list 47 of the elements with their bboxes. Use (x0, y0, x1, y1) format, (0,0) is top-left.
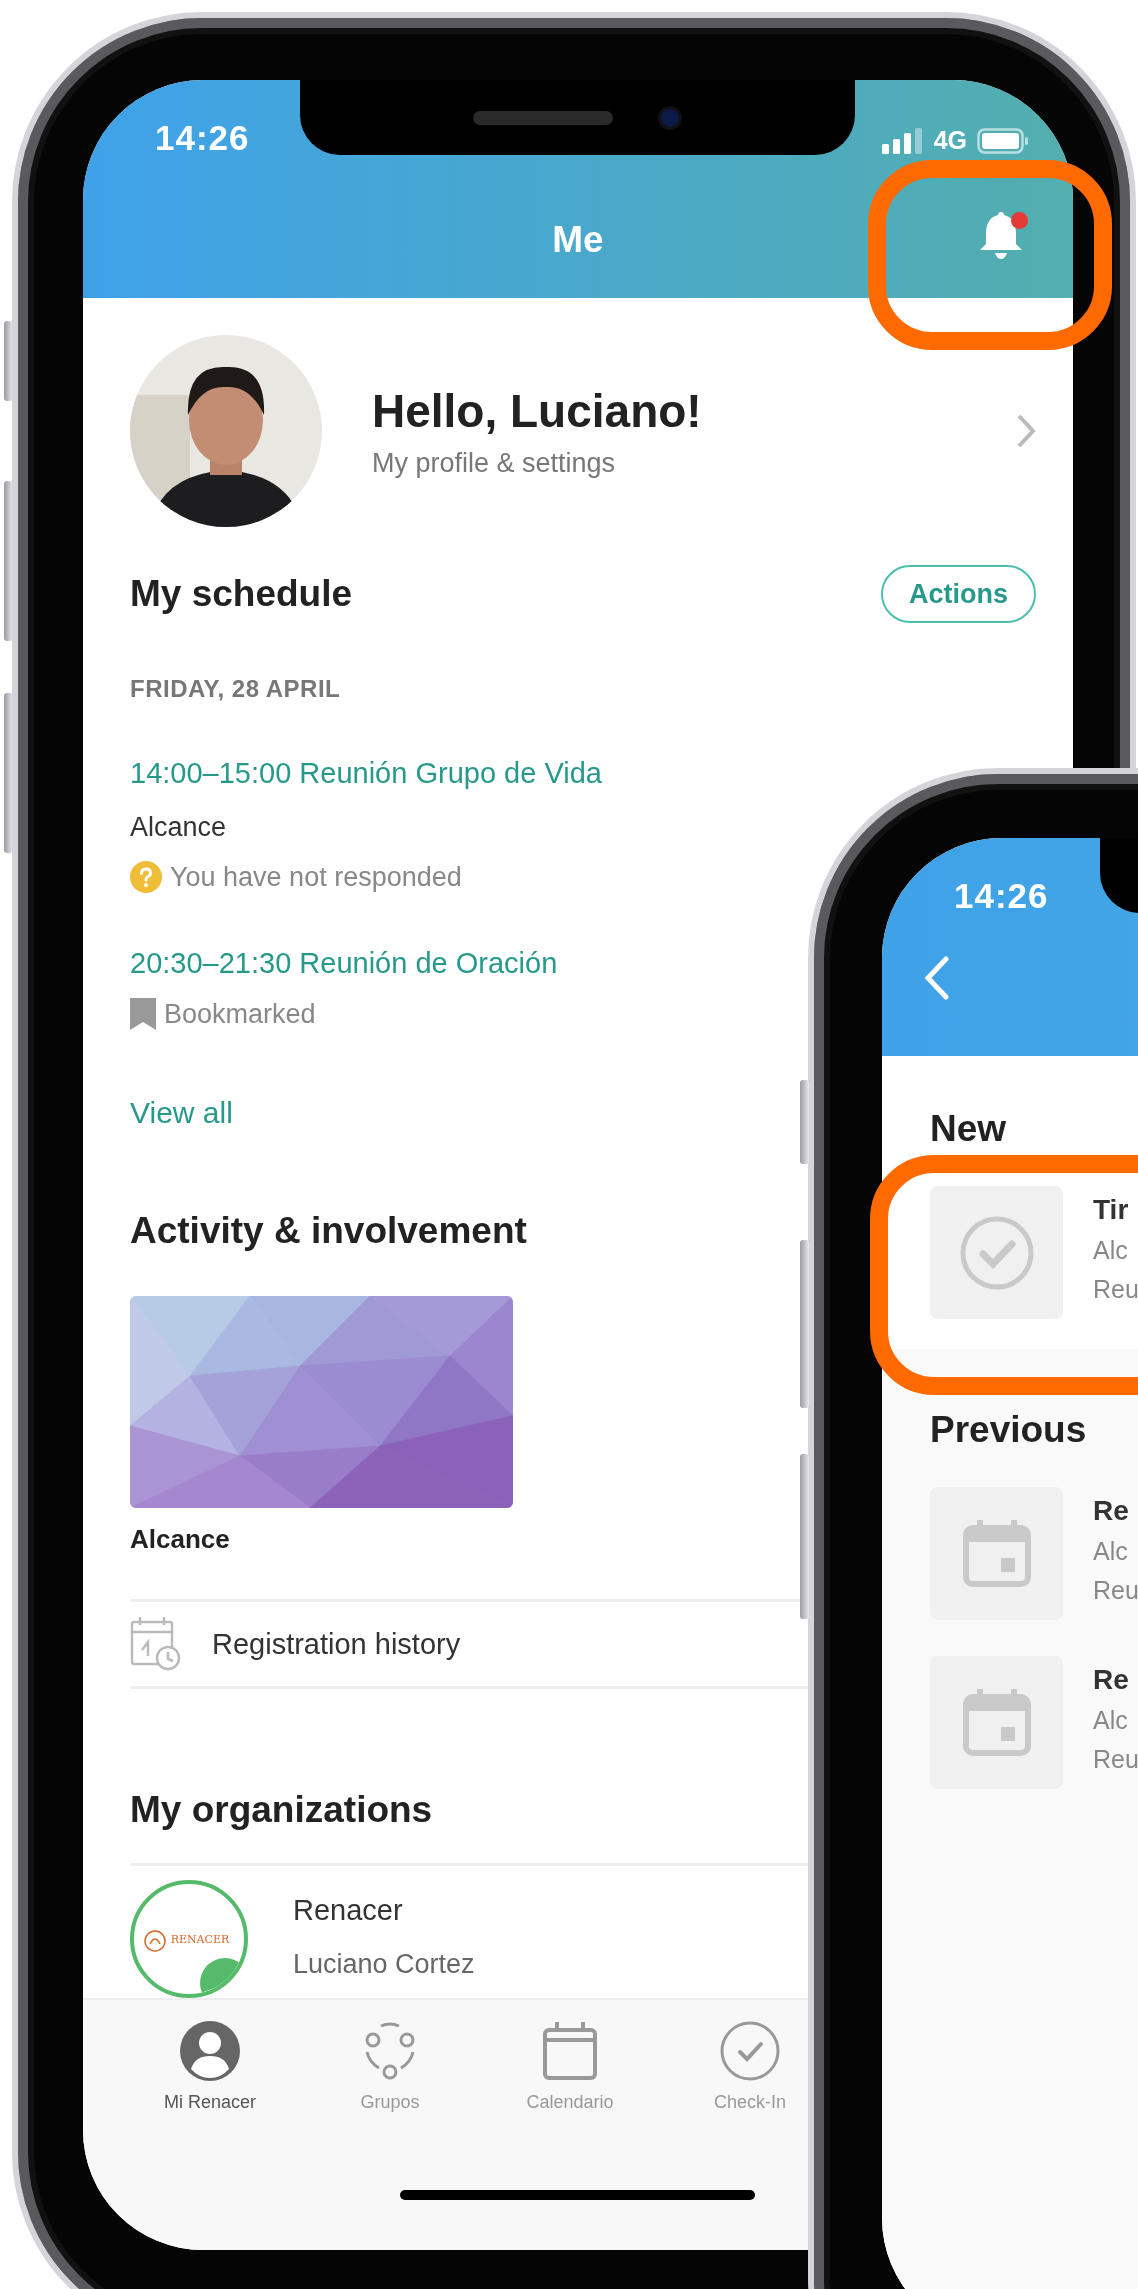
section-title: My organizations (130, 1789, 434, 1831)
date-heading: FRIDAY, 28 APRIL (130, 675, 342, 703)
section-title: My schedule (130, 573, 353, 615)
notification-text: Alc (1093, 1537, 1129, 1566)
event-location: Alcance (130, 812, 227, 843)
user-icon (179, 2020, 241, 2082)
tab[interactable]: Check-In (695, 2000, 805, 2130)
event-link[interactable]: 14:00–15:00 Reunión Grupo de Vida (130, 757, 602, 790)
event-status: You have not responded (170, 861, 462, 893)
notification-text: Alc (1093, 1706, 1129, 1735)
organization-logo: RENACER (130, 1880, 248, 1998)
greeting: Hello, Luciano! (372, 383, 703, 438)
bookmark-icon (130, 998, 156, 1030)
view-all-link[interactable]: View all (130, 1096, 233, 1130)
profile-link[interactable]: My profile & settings (372, 447, 966, 479)
tab[interactable]: Mi Renacer (155, 2000, 265, 2130)
tab[interactable]: Grupos (335, 2000, 445, 2130)
registration-history-link[interactable]: Registration history (212, 1627, 461, 1661)
section-title: Activity & involvement (130, 1210, 528, 1252)
tab[interactable]: Calendario (515, 2000, 625, 2130)
notification-text: Reu (1093, 1576, 1138, 1605)
network-label: 4G (933, 126, 967, 155)
bell-icon (978, 210, 1024, 260)
notification-title: Re (1093, 1495, 1130, 1527)
calendar-clock-icon (130, 1616, 182, 1672)
screen-title: Me (552, 219, 604, 261)
actions-button[interactable]: Actions (881, 565, 1036, 623)
chevron-right-icon[interactable] (1016, 413, 1036, 449)
event-status: Bookmarked (164, 998, 316, 1030)
organization-name: Renacer (293, 1894, 404, 1927)
question-icon (130, 861, 162, 893)
check-circle-icon (719, 2020, 781, 2082)
section-title: Previous (930, 1409, 1088, 1451)
check-circle-icon (958, 1214, 1035, 1291)
event-link[interactable]: 20:30–21:30 Reunión de Oración (130, 947, 558, 980)
notification-title: Tir (1093, 1194, 1130, 1226)
status-time: 14:26 (954, 876, 1049, 916)
section-title: New (930, 1108, 1008, 1150)
member-name: Luciano Cortez (293, 1949, 475, 1980)
signal-icon (881, 127, 924, 154)
notification-text: Alc (1093, 1236, 1129, 1265)
notification-text: Reu (1093, 1745, 1138, 1774)
notification-title: Re (1093, 1664, 1130, 1696)
status-time: 14:26 (155, 118, 250, 158)
notification-text: Reu (1093, 1275, 1138, 1304)
card-label: Alcance (130, 1524, 231, 1555)
battery-icon (977, 127, 1029, 154)
